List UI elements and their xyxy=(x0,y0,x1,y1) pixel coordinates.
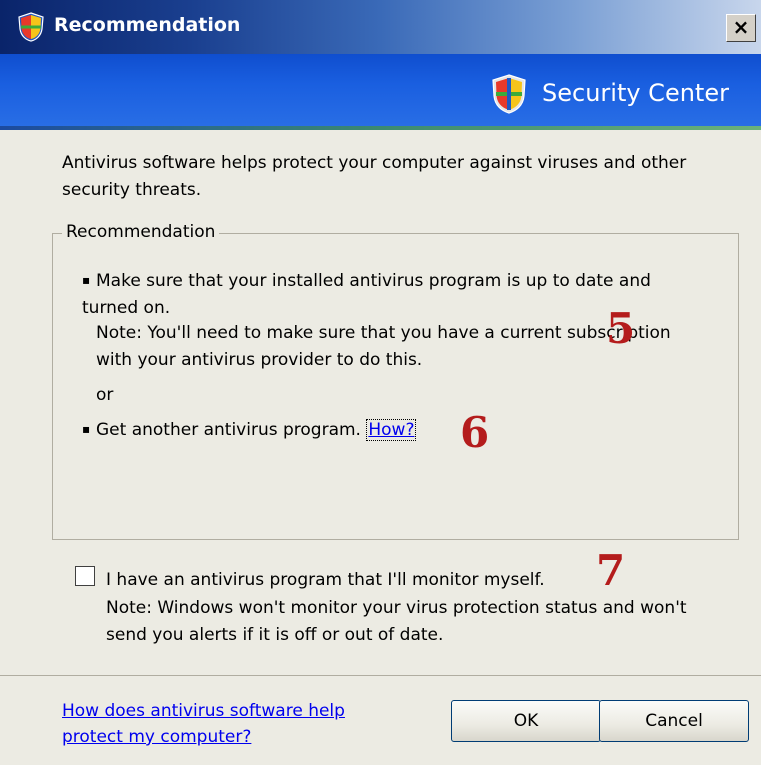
ok-button[interactable]: OK xyxy=(451,700,601,742)
shield-icon xyxy=(18,12,44,42)
self-monitor-note: Note: Windows won't monitor your virus p… xyxy=(106,598,687,645)
window-title: Recommendation xyxy=(54,14,241,36)
close-button[interactable]: × xyxy=(726,14,756,42)
bullet-icon xyxy=(82,271,96,291)
self-monitor-label[interactable]: I have an antivirus program that I'll mo… xyxy=(106,567,545,594)
bullet-icon xyxy=(82,420,96,440)
intro-text: Antivirus software helps protect your co… xyxy=(62,153,687,200)
recommendation-item-update-text: Make sure that your installed antivirus … xyxy=(82,271,651,318)
recommendation-dialog: Recommendation × Security Center Antivir… xyxy=(0,0,761,765)
annotation-5: 5 xyxy=(606,304,636,353)
how-link[interactable]: How? xyxy=(366,419,417,441)
cancel-button[interactable]: Cancel xyxy=(599,700,749,742)
annotation-7: 7 xyxy=(596,546,626,595)
recommendation-group-label: Recommendation xyxy=(62,220,220,244)
security-center-shield-icon xyxy=(492,74,526,114)
or-separator: or xyxy=(96,385,114,405)
help-link[interactable]: How does antivirus software help protect… xyxy=(62,698,392,750)
recommendation-item-get-another-text: Get another antivirus program. xyxy=(96,420,361,440)
banner-title: Security Center xyxy=(542,79,729,107)
recommendation-item-get-another: Get another antivirus program. How? xyxy=(82,416,417,444)
close-icon: × xyxy=(732,15,750,39)
self-monitor-checkbox[interactable] xyxy=(75,566,95,586)
annotation-6: 6 xyxy=(460,408,490,457)
